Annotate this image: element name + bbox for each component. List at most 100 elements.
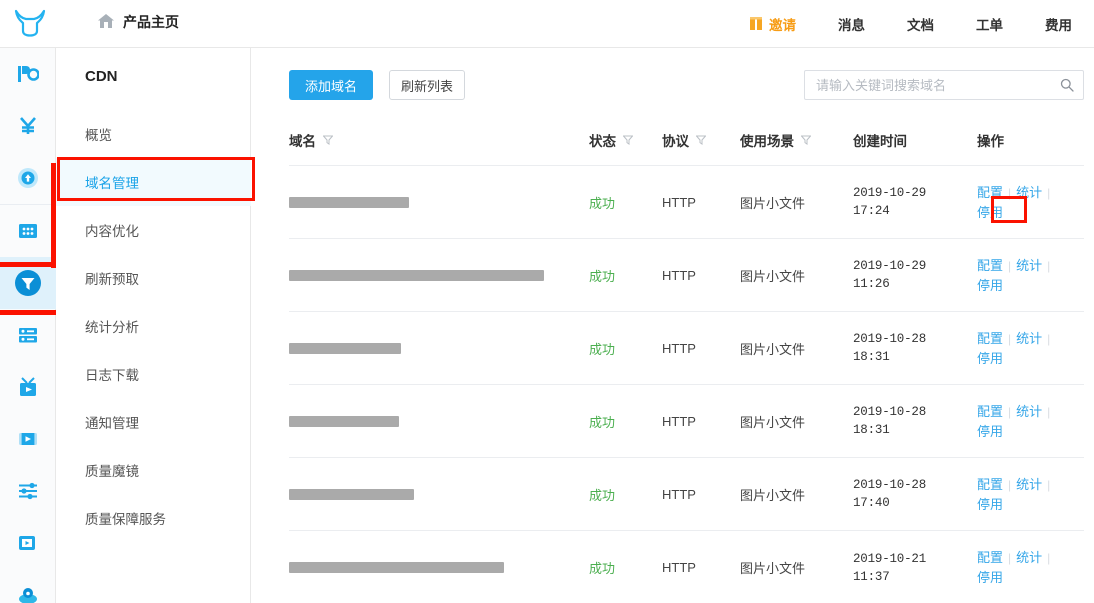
rail-item-compute[interactable]: [0, 48, 56, 100]
row-action-disable[interactable]: 停用: [977, 424, 1003, 439]
top-nav-item-tickets[interactable]: 工单: [976, 14, 1003, 34]
row-action-configure[interactable]: 配置: [977, 550, 1003, 565]
row-action-statistics[interactable]: 统计: [1016, 331, 1042, 346]
action-separator: |: [1047, 185, 1051, 200]
filter-icon[interactable]: [801, 135, 811, 145]
rail-item-account[interactable]: [0, 569, 56, 603]
sidebar-title: CDN: [85, 68, 118, 85]
action-separator: |: [1008, 551, 1012, 565]
sidebar-item-quality-mirror[interactable]: 质量魔镜: [56, 446, 251, 494]
row-action-configure[interactable]: 配置: [977, 258, 1003, 273]
row-action-disable[interactable]: 停用: [977, 205, 1003, 220]
column-header-protocol[interactable]: 协议: [662, 130, 740, 150]
created-date: 2019-10-28: [853, 332, 927, 346]
row-action-configure[interactable]: 配置: [977, 477, 1003, 492]
column-header-status-label: 状态: [589, 133, 616, 149]
row-action-configure[interactable]: 配置: [977, 331, 1003, 346]
rail-item-apps[interactable]: [0, 205, 56, 257]
action-separator: |: [1008, 331, 1012, 346]
row-action-disable[interactable]: 停用: [977, 497, 1003, 512]
row-action-configure[interactable]: 配置: [977, 185, 1003, 200]
cell-domain: [289, 415, 589, 427]
column-header-domain[interactable]: 域名: [289, 130, 589, 150]
add-domain-button[interactable]: 添加域名: [289, 70, 373, 100]
filter-icon[interactable]: [623, 135, 633, 145]
cloud-account-icon: [19, 588, 37, 603]
server-rack-icon: [19, 328, 37, 343]
row-action-statistics[interactable]: 统计: [1016, 477, 1042, 492]
row-action-disable[interactable]: 停用: [977, 570, 1003, 585]
filter-icon[interactable]: [323, 135, 333, 145]
cell-scene: 图片小文件: [740, 561, 806, 576]
cell-created-time: 2019-10-29 17:24: [853, 184, 977, 220]
search-input[interactable]: [816, 71, 1046, 99]
sidebar-item-notifications[interactable]: 通知管理: [56, 398, 251, 446]
row-action-disable[interactable]: 停用: [977, 278, 1003, 293]
action-separator: |: [1008, 258, 1012, 273]
sidebar-item-domain-management[interactable]: 域名管理: [56, 158, 251, 206]
rail-item-cdn[interactable]: [0, 257, 56, 309]
top-nav-item-billing[interactable]: 费用: [1045, 14, 1072, 34]
sidebar-item-overview[interactable]: 概览: [56, 110, 251, 158]
sidebar-item-refresh-prefetch[interactable]: 刷新预取: [56, 254, 251, 302]
rail-item-player[interactable]: [0, 517, 56, 569]
rail-item-servers[interactable]: [0, 309, 56, 361]
redacted-domain-bar: [289, 488, 414, 500]
cell-created-time: 2019-10-21 11:37: [853, 550, 977, 586]
table-header-row: 域名 状态 协议 使用场景 创建时间 操作: [289, 114, 1084, 166]
cell-status: 成功: [589, 341, 616, 357]
sidebar-item-log-download[interactable]: 日志下载: [56, 350, 251, 398]
created-clock: 17:24: [853, 204, 890, 218]
rail-item-billing[interactable]: [0, 100, 56, 152]
column-header-operations: 操作: [977, 130, 1084, 150]
row-action-disable[interactable]: 停用: [977, 351, 1003, 366]
cell-scene: 图片小文件: [740, 195, 806, 211]
table-row: 成功 HTTP 图片小文件 2019-10-28 17:40 配置 | 统计 | 停用: [289, 458, 1084, 531]
table-row: 成功 HTTP 图片小文件 2019-10-28 18:31 配置 | 统计 | 停用: [289, 385, 1084, 458]
content-toolbar: 添加域名 刷新列表: [251, 48, 1094, 114]
sliders-settings-icon: [19, 482, 37, 500]
table-body: 成功 HTTP 图片小文件 2019-10-29 17:24 配置 | 统计 | 停用 成功 HTTP…: [289, 166, 1084, 603]
rail-item-settings[interactable]: [0, 465, 56, 517]
cell-status: 成功: [589, 487, 616, 503]
row-action-statistics[interactable]: 统计: [1016, 550, 1042, 565]
cell-operations: 配置 | 统计 | 停用: [977, 548, 1084, 587]
gift-icon: [750, 17, 762, 30]
row-action-statistics[interactable]: 统计: [1016, 185, 1042, 200]
column-header-status[interactable]: 状态: [589, 130, 662, 150]
action-separator: |: [1047, 331, 1051, 346]
column-header-scene[interactable]: 使用场景: [740, 130, 853, 150]
action-separator: |: [1008, 185, 1012, 200]
top-nav-item-invite[interactable]: 邀请: [750, 14, 796, 34]
sidebar-item-content-optimization[interactable]: 内容优化: [56, 206, 251, 254]
sidebar-item-quality-assurance[interactable]: 质量保障服务: [56, 494, 251, 542]
cell-protocol: HTTP: [662, 413, 696, 429]
top-nav-item-messages[interactable]: 消息: [838, 14, 865, 34]
table-row: 成功 HTTP 图片小文件 2019-10-29 11:26 配置 | 统计 | 停用: [289, 239, 1084, 312]
home-link-label[interactable]: 产品主页: [123, 12, 179, 32]
cell-scene: 图片小文件: [740, 341, 806, 357]
rail-item-live[interactable]: [0, 361, 56, 413]
cell-operations: 配置 | 统计 | 停用: [977, 329, 1084, 368]
home-icon[interactable]: [96, 11, 116, 31]
cell-scene: 图片小文件: [740, 487, 806, 503]
row-action-statistics[interactable]: 统计: [1016, 258, 1042, 273]
filter-icon[interactable]: [696, 135, 706, 145]
search-icon[interactable]: [1060, 78, 1074, 92]
refresh-list-button[interactable]: 刷新列表: [389, 70, 465, 100]
search-box[interactable]: [804, 70, 1084, 100]
redacted-domain-bar: [289, 269, 544, 281]
column-header-created-time-label: 创建时间: [853, 133, 907, 149]
row-action-configure[interactable]: 配置: [977, 404, 1003, 419]
cell-protocol: HTTP: [662, 486, 696, 502]
rail-item-upload[interactable]: [0, 152, 56, 205]
created-date: 2019-10-28: [853, 478, 927, 492]
cell-domain: [289, 196, 589, 208]
redacted-domain-bar: [289, 342, 401, 354]
ucloud-ox-logo-icon[interactable]: [14, 9, 46, 37]
rail-item-video[interactable]: [0, 413, 56, 465]
top-nav-item-docs[interactable]: 文档: [907, 14, 934, 34]
sidebar-item-statistics[interactable]: 统计分析: [56, 302, 251, 350]
cell-created-time: 2019-10-29 11:26: [853, 257, 977, 293]
row-action-statistics[interactable]: 统计: [1016, 404, 1042, 419]
